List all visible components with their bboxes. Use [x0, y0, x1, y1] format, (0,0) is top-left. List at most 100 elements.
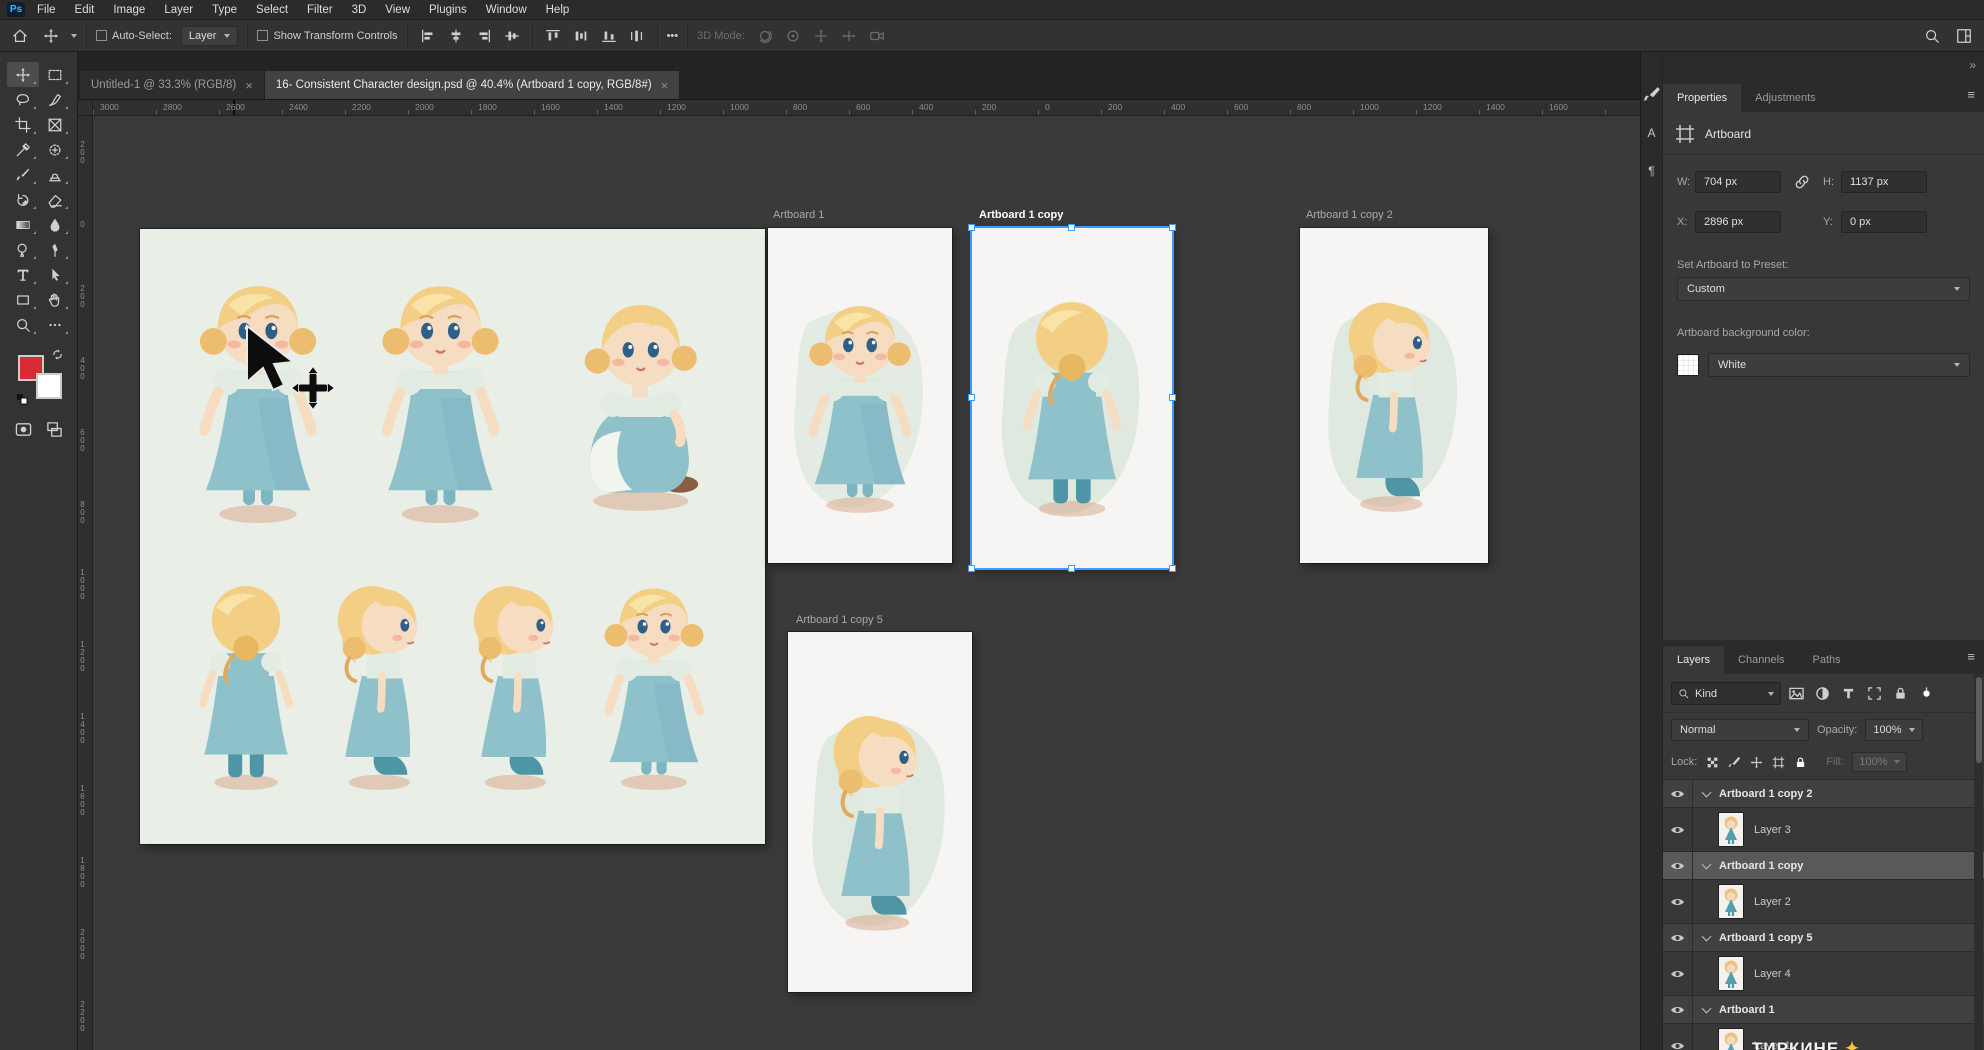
layer-thumbnail[interactable] [1719, 813, 1743, 846]
artboard-row[interactable]: Artboard 1 [1663, 996, 1984, 1024]
brushes-panel-icon[interactable] [1643, 86, 1661, 104]
quick-mask-icon[interactable] [15, 421, 32, 438]
rectangle-tool[interactable] [7, 287, 39, 312]
vertical-ruler[interactable]: 2000200400600800100012001400160018002000… [78, 100, 93, 1050]
zoom-tool[interactable] [7, 312, 39, 337]
layer-row[interactable]: Layer 2 [1663, 880, 1984, 924]
rectangular-marquee-tool[interactable] [39, 62, 71, 87]
tab-layers[interactable]: Layers [1663, 646, 1724, 674]
tab-adjustments[interactable]: Adjustments [1741, 84, 1830, 112]
align-right-edges-icon[interactable] [473, 25, 495, 47]
artboard-1-copy-5-label[interactable]: Artboard 1 copy 5 [796, 614, 883, 626]
filter-shape-layers-icon[interactable] [1864, 683, 1885, 704]
menu-view[interactable]: View [385, 4, 410, 16]
artboard-row[interactable]: Artboard 1 copy 5 [1663, 924, 1984, 952]
tab-properties[interactable]: Properties [1663, 84, 1741, 112]
link-dimensions-icon[interactable] [1781, 173, 1823, 191]
visibility-eye-icon[interactable] [1663, 1024, 1693, 1050]
character-panel-icon[interactable]: A [1643, 124, 1661, 142]
transform-handle[interactable] [1169, 394, 1176, 401]
transform-handle[interactable] [1068, 224, 1075, 231]
type-tool[interactable] [7, 262, 39, 287]
menu-image[interactable]: Image [113, 4, 145, 16]
distribute-bottom-edges-icon[interactable] [598, 25, 620, 47]
lock-all-icon[interactable] [1794, 756, 1807, 769]
expand-chevron-icon[interactable] [1702, 787, 1712, 797]
artboard-bg-color-swatch[interactable] [1677, 354, 1699, 376]
dodge-tool[interactable] [7, 237, 39, 262]
artboard-bg-color-dropdown[interactable]: White [1708, 353, 1970, 377]
horizontal-ruler[interactable]: 3000280026002400220020001800160014001200… [93, 100, 1640, 116]
menu-help[interactable]: Help [546, 4, 570, 16]
layer-thumbnail[interactable] [1719, 957, 1743, 990]
visibility-eye-icon[interactable] [1663, 780, 1693, 807]
layer-name[interactable]: Layer 2 [1754, 896, 1791, 908]
clone-stamp-tool[interactable] [39, 162, 71, 187]
artboard-1-label[interactable]: Artboard 1 [773, 209, 824, 221]
tab-paths[interactable]: Paths [1799, 646, 1855, 674]
path-selection-tool[interactable] [39, 262, 71, 287]
menu-plugins[interactable]: Plugins [429, 4, 467, 16]
tool-preset-chevron-icon[interactable] [71, 34, 77, 38]
distribute-top-edges-icon[interactable] [542, 25, 564, 47]
hand-tool[interactable] [39, 287, 71, 312]
transform-handle[interactable] [968, 394, 975, 401]
expand-chevron-icon[interactable] [1702, 859, 1712, 869]
lasso-tool[interactable] [7, 87, 39, 112]
search-icon[interactable] [1921, 25, 1943, 47]
history-brush-tool[interactable] [7, 187, 39, 212]
blend-mode-dropdown[interactable]: Normal [1671, 719, 1809, 741]
layer-thumbnail[interactable] [1719, 1029, 1743, 1050]
transform-handle[interactable] [968, 224, 975, 231]
artboard-1-copy-label[interactable]: Artboard 1 copy [979, 209, 1063, 221]
more-align-options-button[interactable]: ••• [667, 30, 679, 42]
transform-handle[interactable] [1169, 224, 1176, 231]
artboard-1-copy-5[interactable] [788, 632, 972, 992]
align-left-edges-icon[interactable] [417, 25, 439, 47]
layers-scrollbar[interactable] [1974, 674, 1983, 1050]
close-icon[interactable]: × [245, 79, 253, 92]
show-transform-controls-checkbox[interactable]: Show Transform Controls [257, 30, 397, 42]
crop-tool[interactable] [7, 112, 39, 137]
lock-pixels-icon[interactable] [1728, 756, 1741, 769]
photoshop-logo[interactable]: Ps [7, 2, 25, 17]
visibility-eye-icon[interactable] [1663, 852, 1693, 879]
close-icon[interactable]: × [661, 79, 669, 92]
pen-tool[interactable] [39, 237, 71, 262]
brush-tool[interactable] [7, 162, 39, 187]
layer-name[interactable]: Layer 3 [1754, 824, 1791, 836]
layer-row[interactable]: Layer 3 [1663, 808, 1984, 852]
scrollbar-thumb[interactable] [1976, 677, 1982, 763]
swap-colors-icon[interactable] [52, 349, 63, 360]
auto-select-checkbox[interactable]: Auto-Select: [96, 30, 172, 42]
menu-file[interactable]: File [37, 4, 56, 16]
filter-toggle-icon[interactable] [1916, 683, 1937, 704]
opacity-field[interactable]: 100% [1865, 719, 1922, 741]
layer-name[interactable]: Artboard 1 [1719, 1004, 1775, 1016]
filter-type-layers-icon[interactable] [1838, 683, 1859, 704]
move-tool-icon[interactable] [40, 25, 62, 47]
expand-chevron-icon[interactable] [1702, 1003, 1712, 1013]
distribute-horizontal-centers-icon[interactable] [570, 25, 592, 47]
visibility-eye-icon[interactable] [1663, 808, 1693, 851]
eraser-tool[interactable] [39, 187, 71, 212]
frame-tool[interactable] [39, 112, 71, 137]
document-tab-character-design[interactable]: 16- Consistent Character design.psd @ 40… [265, 71, 679, 99]
menu-select[interactable]: Select [256, 4, 288, 16]
collapse-to-icons-icon[interactable]: » [1969, 58, 1976, 72]
default-colors-icon[interactable] [16, 393, 28, 405]
visibility-eye-icon[interactable] [1663, 880, 1693, 923]
visibility-eye-icon[interactable] [1663, 996, 1693, 1023]
artboard-1-copy[interactable] [972, 228, 1172, 568]
blur-tool[interactable] [39, 212, 71, 237]
layer-name[interactable]: Layer 4 [1754, 968, 1791, 980]
paragraph-panel-icon[interactable]: ¶ [1643, 162, 1661, 180]
move-tool[interactable] [7, 62, 39, 87]
lock-artboard-icon[interactable] [1772, 756, 1785, 769]
filter-smart-objects-icon[interactable] [1890, 683, 1911, 704]
menu-layer[interactable]: Layer [164, 4, 193, 16]
transform-handle[interactable] [968, 565, 975, 572]
artboard-preset-dropdown[interactable]: Custom [1677, 277, 1970, 301]
align-vertical-centers-icon[interactable] [501, 25, 523, 47]
home-icon[interactable] [9, 25, 31, 47]
